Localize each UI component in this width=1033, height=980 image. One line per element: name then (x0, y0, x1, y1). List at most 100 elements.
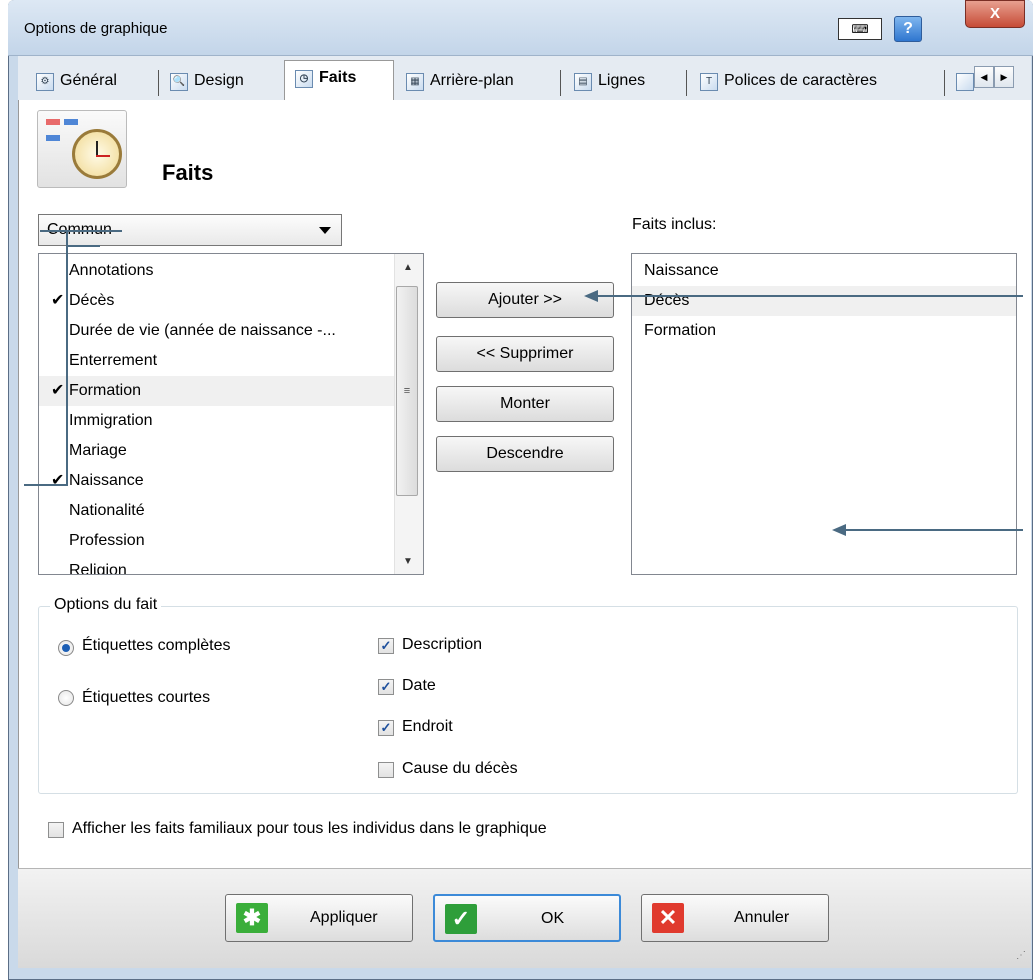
annotation-line (40, 230, 122, 232)
tab-label: Faits (319, 69, 357, 86)
arrow-head-icon (832, 524, 846, 536)
checkmark-icon: ✔ (51, 472, 65, 489)
cause-of-death-label: Cause du décès (402, 760, 518, 777)
date-checkbox[interactable]: ✓ (378, 679, 394, 695)
background-icon: ▦ (406, 73, 424, 91)
move-up-button[interactable]: Monter (436, 386, 614, 422)
tab-general[interactable]: ⚙ Général (26, 64, 150, 100)
description-checkbox[interactable]: ✓ (378, 638, 394, 654)
tab-polices[interactable]: T Polices de caractères (690, 64, 942, 100)
list-item-mariage[interactable]: Mariage (39, 436, 395, 466)
list-item-immigration[interactable]: Immigration (39, 406, 395, 436)
list-item-formation[interactable]: ✔ Formation (39, 376, 395, 406)
list-item-label: Naissance (69, 472, 144, 489)
included-facts-label: Faits inclus: (632, 216, 717, 233)
gear-doc-icon: ⚙ (36, 73, 54, 91)
magnifier-doc-icon: 🔍 (170, 73, 188, 91)
list-item-duree-de-vie[interactable]: Durée de vie (année de naissance -... (39, 316, 395, 346)
lines-icon: ▤ (574, 73, 592, 91)
list-item-label: Profession (69, 532, 145, 549)
tab-separator (944, 70, 945, 96)
list-item-label: Enterrement (69, 352, 158, 369)
apply-sparkle-icon: ✱ (236, 903, 268, 933)
list-item-label: Durée de vie (année de naissance -... (69, 322, 336, 339)
tab-scroll-left-icon[interactable]: ◀ (974, 66, 994, 88)
checkmark-icon: ✔ (51, 382, 65, 399)
place-label: Endroit (402, 718, 453, 735)
description-label: Description (402, 636, 483, 653)
included-item[interactable]: Naissance (632, 256, 1016, 286)
resize-grip-icon[interactable]: ⋰ (1016, 950, 1026, 961)
tab-faits[interactable]: ◷ Faits (284, 60, 394, 102)
help-button[interactable]: ? (894, 16, 922, 42)
tab-label: Design (194, 72, 244, 89)
tab-separator (560, 70, 561, 96)
date-label: Date (402, 677, 436, 694)
family-facts-checkbox[interactable] (48, 822, 64, 838)
apply-button[interactable]: ✱ Appliquer (225, 894, 413, 942)
scroll-up-icon[interactable]: ▲ (398, 258, 418, 278)
cancel-label: Annuler (734, 909, 790, 926)
tab-label: Général (60, 72, 117, 89)
tab-label: Lignes (598, 72, 646, 89)
page-heading: Faits (162, 160, 214, 185)
list-item-label: Immigration (69, 412, 153, 429)
tab-design[interactable]: 🔍 Design (160, 64, 278, 100)
family-facts-label: Afficher les faits familiaux pour tous l… (72, 820, 547, 837)
tab-scroll-right-icon[interactable]: ▶ (994, 66, 1014, 88)
move-down-button[interactable]: Descendre (436, 436, 614, 472)
annotation-line (846, 529, 1023, 531)
cause-of-death-checkbox[interactable] (378, 762, 394, 778)
included-item[interactable]: Formation (632, 316, 1016, 346)
list-item-naissance[interactable]: ✔ Naissance (39, 466, 395, 496)
full-labels-radio[interactable] (58, 640, 74, 656)
list-item-annotations[interactable]: Annotations (39, 256, 395, 286)
list-item-religion[interactable]: Religion (39, 556, 395, 575)
window-title: Options de graphique (24, 20, 168, 37)
fact-options-legend: Options du fait (50, 596, 162, 614)
short-labels-radio[interactable] (58, 690, 74, 706)
list-item-label: Nationalité (69, 502, 145, 519)
tab-arriere-plan[interactable]: ▦ Arrière-plan (396, 64, 554, 100)
list-item-label: Mariage (69, 442, 127, 459)
cancel-button[interactable]: ✕ Annuler (641, 894, 829, 942)
short-labels-label: Étiquettes courtes (82, 689, 211, 706)
annotation-line (66, 245, 100, 247)
font-icon: T (700, 73, 718, 91)
chevron-down-icon (319, 227, 331, 234)
keyboard-icon[interactable]: ⌨ (838, 18, 882, 40)
list-item-label: Formation (69, 382, 142, 399)
tab-separator (158, 70, 159, 96)
list-item-deces[interactable]: ✔ Décès (39, 286, 395, 316)
full-labels-label: Étiquettes complètes (82, 637, 231, 654)
tab-label: Polices de caractères (724, 72, 877, 89)
apply-label: Appliquer (310, 909, 378, 926)
annotation-line (66, 230, 68, 486)
included-facts-list[interactable]: Naissance Décès Formation (631, 253, 1017, 575)
checkmark-icon: ✔ (51, 292, 65, 309)
checkmark-icon: ✓ (445, 904, 477, 934)
tab-lignes[interactable]: ▤ Lignes (564, 64, 682, 100)
list-item-label: Annotations (69, 262, 154, 279)
list-item-enterrement[interactable]: Enterrement (39, 346, 395, 376)
partial-tab-icon[interactable] (956, 73, 974, 91)
clock-doc-icon: ◷ (295, 70, 313, 88)
facts-clock-icon (37, 110, 127, 188)
annotation-line (24, 484, 68, 486)
scroll-down-icon[interactable]: ▼ (398, 552, 418, 572)
arrow-head-icon (584, 290, 598, 302)
close-button[interactable]: X (965, 0, 1025, 28)
list-item-nationalite[interactable]: Nationalité (39, 496, 395, 526)
ok-label: OK (541, 910, 565, 927)
place-checkbox[interactable]: ✓ (378, 720, 394, 736)
remove-button[interactable]: << Supprimer (436, 336, 614, 372)
list-item-label: Décès (69, 292, 115, 309)
tab-label: Arrière-plan (430, 72, 514, 89)
close-x-icon: ✕ (652, 903, 684, 933)
list-item-label: Religion (69, 562, 127, 575)
available-facts-list[interactable]: Annotations ✔ Décès Durée de vie (année d… (38, 253, 424, 575)
grip-icon: ≡ (403, 385, 411, 397)
included-item[interactable]: Décès (632, 286, 1016, 316)
ok-button[interactable]: ✓ OK (433, 894, 621, 942)
list-item-profession[interactable]: Profession (39, 526, 395, 556)
